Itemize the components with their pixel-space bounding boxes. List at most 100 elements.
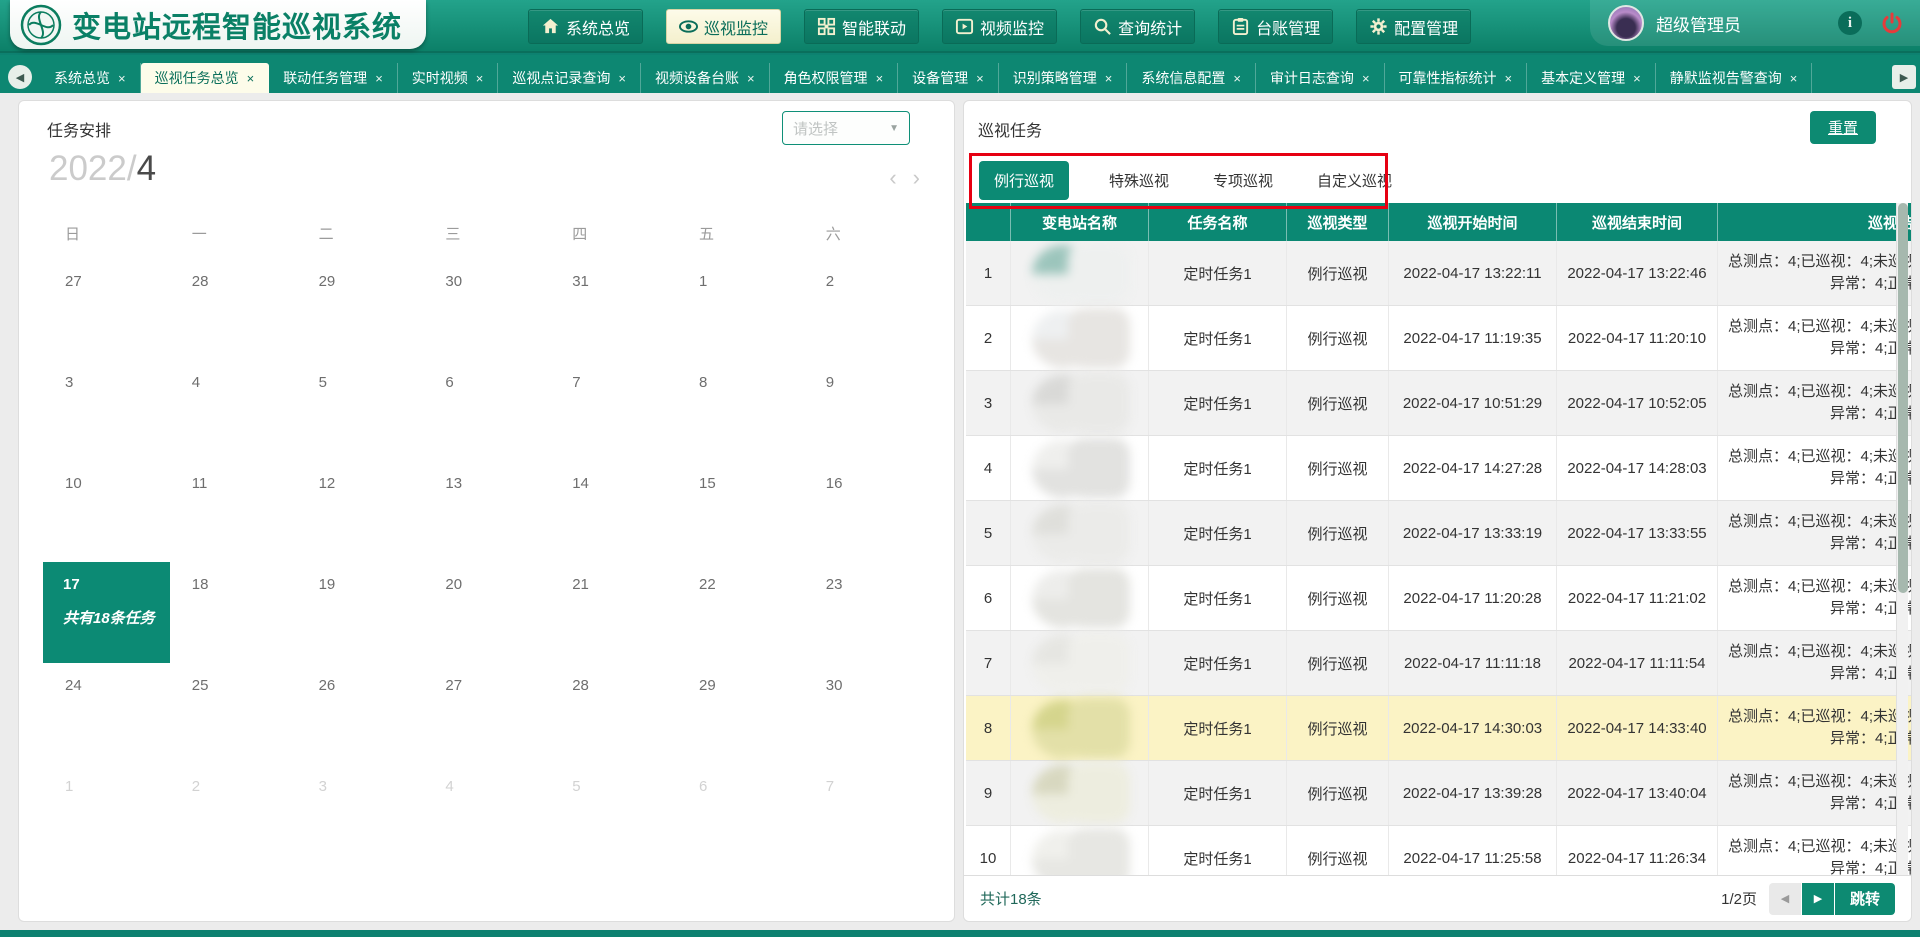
calendar-day[interactable]: 3 bbox=[43, 360, 170, 461]
tab-item-12[interactable]: 基本定义管理× bbox=[1527, 63, 1656, 93]
calendar-day[interactable]: 30 bbox=[804, 663, 931, 764]
calendar-day[interactable]: 4 bbox=[170, 360, 297, 461]
calendar-day[interactable]: 29 bbox=[297, 259, 424, 360]
tab-item-3[interactable]: 实时视频× bbox=[398, 63, 499, 93]
inspection-type-tab-1[interactable]: 特殊巡视 bbox=[1105, 161, 1173, 200]
table-row[interactable]: 1定时任务1例行巡视2022-04-17 13:22:112022-04-17 … bbox=[966, 241, 1911, 306]
calendar-day[interactable]: 2 bbox=[804, 259, 931, 360]
table-row[interactable]: 10定时任务1例行巡视2022-04-17 11:25:582022-04-17… bbox=[966, 826, 1911, 877]
calendar-day[interactable]: 15 bbox=[677, 461, 804, 562]
tab-scroll-right-icon[interactable]: ▶ bbox=[1892, 65, 1916, 89]
calendar-day[interactable]: 7 bbox=[804, 764, 931, 865]
station-select[interactable]: 请选择 ▼ bbox=[782, 111, 910, 145]
calendar-day[interactable]: 18 bbox=[170, 562, 297, 663]
calendar-day[interactable]: 26 bbox=[297, 663, 424, 764]
calendar-next-icon[interactable]: › bbox=[913, 167, 920, 189]
nav-video-button[interactable]: 视频监控 bbox=[942, 9, 1057, 44]
calendar-day[interactable]: 31 bbox=[550, 259, 677, 360]
table-row[interactable]: 7定时任务1例行巡视2022-04-17 11:11:182022-04-17 … bbox=[966, 631, 1911, 696]
nav-home-button[interactable]: 系统总览 bbox=[528, 9, 643, 44]
tab-close-icon[interactable]: × bbox=[1790, 71, 1798, 86]
info-icon[interactable]: i bbox=[1838, 11, 1862, 35]
tab-item-11[interactable]: 可靠性指标统计× bbox=[1385, 63, 1528, 93]
calendar-day[interactable]: 23 bbox=[804, 562, 931, 663]
tab-item-0[interactable]: 系统总览× bbox=[40, 63, 141, 93]
calendar-day[interactable]: 24 bbox=[43, 663, 170, 764]
calendar-day[interactable]: 28 bbox=[170, 259, 297, 360]
tab-scroll-left-icon[interactable]: ◀ bbox=[8, 65, 32, 89]
tab-item-5[interactable]: 视频设备台账× bbox=[641, 63, 770, 93]
nav-search-button[interactable]: 查询统计 bbox=[1080, 9, 1195, 44]
tab-item-4[interactable]: 巡视点记录查询× bbox=[498, 63, 641, 93]
tab-close-icon[interactable]: × bbox=[118, 71, 126, 86]
calendar-day[interactable]: 19 bbox=[297, 562, 424, 663]
calendar-day[interactable]: 7 bbox=[550, 360, 677, 461]
nav-gear-button[interactable]: 配置管理 bbox=[1356, 9, 1471, 44]
tab-close-icon[interactable]: × bbox=[618, 71, 626, 86]
calendar-day[interactable]: 13 bbox=[423, 461, 550, 562]
calendar-day[interactable]: 12 bbox=[297, 461, 424, 562]
table-row[interactable]: 4定时任务1例行巡视2022-04-17 14:27:282022-04-17 … bbox=[966, 436, 1911, 501]
inspection-type-tab-2[interactable]: 专项巡视 bbox=[1209, 161, 1277, 200]
tab-item-10[interactable]: 审计日志查询× bbox=[1256, 63, 1385, 93]
tab-close-icon[interactable]: × bbox=[976, 71, 984, 86]
scrollbar-thumb[interactable] bbox=[1898, 203, 1908, 593]
nav-ledger-button[interactable]: 台账管理 bbox=[1218, 9, 1333, 44]
tab-close-icon[interactable]: × bbox=[1362, 71, 1370, 86]
calendar-day[interactable]: 27 bbox=[43, 259, 170, 360]
calendar-day[interactable]: 25 bbox=[170, 663, 297, 764]
calendar-day[interactable]: 21 bbox=[550, 562, 677, 663]
tab-item-13[interactable]: 静默监视告警查询× bbox=[1656, 63, 1813, 93]
next-page-icon[interactable]: ▶ bbox=[1802, 883, 1834, 915]
table-row[interactable]: 9定时任务1例行巡视2022-04-17 13:39:282022-04-17 … bbox=[966, 761, 1911, 826]
table-row[interactable]: 5定时任务1例行巡视2022-04-17 13:33:192022-04-17 … bbox=[966, 501, 1911, 566]
calendar-day[interactable]: 27 bbox=[423, 663, 550, 764]
calendar-day[interactable]: 5 bbox=[550, 764, 677, 865]
calendar-day[interactable]: 1 bbox=[43, 764, 170, 865]
tab-close-icon[interactable]: × bbox=[1233, 71, 1241, 86]
calendar-day[interactable]: 6 bbox=[423, 360, 550, 461]
tab-close-icon[interactable]: × bbox=[1105, 71, 1113, 86]
tab-close-icon[interactable]: × bbox=[1505, 71, 1513, 86]
table-row[interactable]: 2定时任务1例行巡视2022-04-17 11:19:352022-04-17 … bbox=[966, 306, 1911, 371]
table-scrollbar[interactable] bbox=[1896, 203, 1908, 877]
table-row[interactable]: 8定时任务1例行巡视2022-04-17 14:30:032022-04-17 … bbox=[966, 696, 1911, 761]
tab-close-icon[interactable]: × bbox=[876, 71, 884, 86]
calendar-day-selected[interactable]: 17共有18条任务 bbox=[43, 562, 170, 663]
calendar-day[interactable]: 1 bbox=[677, 259, 804, 360]
tab-close-icon[interactable]: × bbox=[476, 71, 484, 86]
inspection-type-tab-0[interactable]: 例行巡视 bbox=[979, 161, 1069, 200]
calendar-day[interactable]: 11 bbox=[170, 461, 297, 562]
prev-page-icon[interactable]: ◀ bbox=[1769, 883, 1801, 915]
table-row[interactable]: 3定时任务1例行巡视2022-04-17 10:51:292022-04-17 … bbox=[966, 371, 1911, 436]
calendar-day[interactable]: 6 bbox=[677, 764, 804, 865]
calendar-day[interactable]: 4 bbox=[423, 764, 550, 865]
logout-power-icon[interactable] bbox=[1880, 11, 1904, 35]
calendar-day[interactable]: 29 bbox=[677, 663, 804, 764]
inspection-type-tab-3[interactable]: 自定义巡视 bbox=[1313, 161, 1396, 200]
calendar-day[interactable]: 3 bbox=[297, 764, 424, 865]
calendar-day[interactable]: 22 bbox=[677, 562, 804, 663]
tab-item-9[interactable]: 系统信息配置× bbox=[1127, 63, 1256, 93]
tab-close-icon[interactable]: × bbox=[247, 71, 255, 86]
calendar-day[interactable]: 30 bbox=[423, 259, 550, 360]
tab-item-2[interactable]: 联动任务管理× bbox=[269, 63, 398, 93]
tab-close-icon[interactable]: × bbox=[747, 71, 755, 86]
calendar-day[interactable]: 8 bbox=[677, 360, 804, 461]
tab-close-icon[interactable]: × bbox=[1633, 71, 1641, 86]
reset-button[interactable]: 重置 bbox=[1810, 111, 1876, 144]
tab-item-8[interactable]: 识别策略管理× bbox=[999, 63, 1128, 93]
calendar-prev-icon[interactable]: ‹ bbox=[889, 167, 896, 189]
tab-item-6[interactable]: 角色权限管理× bbox=[770, 63, 899, 93]
nav-link-grid-button[interactable]: 智能联动 bbox=[804, 9, 919, 44]
jump-button[interactable]: 跳转 bbox=[1835, 883, 1895, 915]
avatar[interactable] bbox=[1608, 5, 1644, 41]
calendar-day[interactable]: 20 bbox=[423, 562, 550, 663]
tab-close-icon[interactable]: × bbox=[375, 71, 383, 86]
calendar-day[interactable]: 16 bbox=[804, 461, 931, 562]
tab-item-7[interactable]: 设备管理× bbox=[898, 63, 999, 93]
tab-item-1[interactable]: 巡视任务总览× bbox=[141, 63, 270, 93]
nav-eye-button[interactable]: 巡视监控 bbox=[666, 9, 781, 44]
calendar-day[interactable]: 28 bbox=[550, 663, 677, 764]
calendar-day[interactable]: 9 bbox=[804, 360, 931, 461]
